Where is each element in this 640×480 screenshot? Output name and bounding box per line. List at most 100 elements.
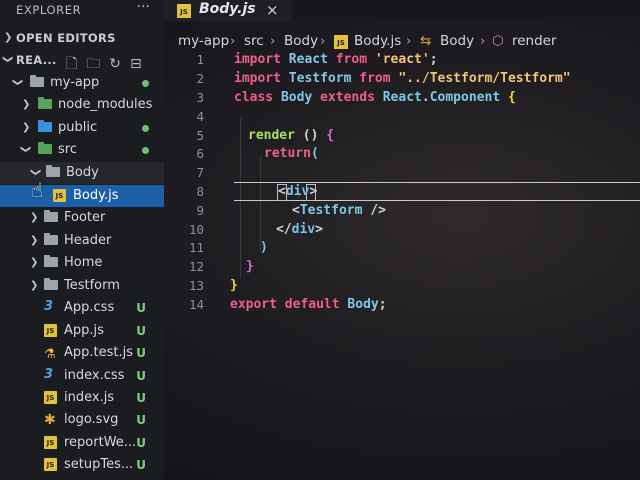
tree-item-label: App.test.js xyxy=(64,345,134,360)
folder-src-icon xyxy=(38,142,52,154)
tree-item-node-modules[interactable]: ❯ node_modules xyxy=(0,94,164,116)
folder-open-icon xyxy=(46,165,60,177)
folder-icon xyxy=(44,255,58,267)
tree-item-footer[interactable]: ❯ Footer xyxy=(0,207,164,229)
tab-body-js[interactable]: JS Body.js × xyxy=(164,0,292,22)
modified-dot-icon xyxy=(142,147,149,154)
js-file-icon: JS xyxy=(53,189,66,202)
chevron-right-icon: ❯ xyxy=(22,99,31,110)
breadcrumb-item[interactable]: my-app xyxy=(178,33,229,49)
untracked-badge: U xyxy=(136,413,146,427)
open-editors-section[interactable]: ❯ OPEN EDITORS xyxy=(0,27,164,49)
chevron-right-icon: ❯ xyxy=(4,32,13,43)
tree-item-index-css[interactable]: 3 index.css U xyxy=(0,365,164,387)
code-line-1: import React from 'react'; xyxy=(234,52,438,67)
code-line-10: </div> xyxy=(276,222,323,237)
code-line-6: return( xyxy=(264,146,319,161)
code-line-12: } xyxy=(246,259,254,274)
tree-item-src[interactable]: ❯ src xyxy=(0,139,164,161)
line-number: 12 xyxy=(188,259,204,274)
tree-item-label: Home xyxy=(64,255,103,270)
collapse-all-icon[interactable]: ⊟ xyxy=(130,56,151,72)
tree-item-public[interactable]: ❯ public xyxy=(0,117,164,139)
line-number: 7 xyxy=(196,165,204,180)
line-number: 8 xyxy=(196,184,204,199)
tree-item-index-js[interactable]: JS index.js U xyxy=(0,387,164,409)
breadcrumb-separator-icon: › xyxy=(406,33,412,49)
chevron-right-icon: ❯ xyxy=(30,235,39,246)
tree-item-label: Header xyxy=(64,233,112,248)
close-icon[interactable]: × xyxy=(266,1,279,19)
editor-area: JS Body.js × my-app › src › Body › JS Bo… xyxy=(164,0,640,480)
tree-item-app-js[interactable]: JS App.js U xyxy=(0,320,164,342)
tree-item-setup-tests[interactable]: JS setupTes... U xyxy=(0,454,164,476)
folder-public-icon xyxy=(38,120,52,132)
tree-item-logo-svg[interactable]: ✱ logo.svg U xyxy=(0,409,164,431)
tree-item-label: Footer xyxy=(64,210,106,225)
folder-open-icon xyxy=(30,75,44,87)
css-file-icon: 3 xyxy=(44,367,54,382)
untracked-badge: U xyxy=(136,346,146,360)
breadcrumb-separator-icon: › xyxy=(230,33,236,49)
tree-item-app-test-js[interactable]: ⚗ App.test.js U xyxy=(0,342,164,364)
folder-node-icon xyxy=(38,97,52,109)
breadcrumb-item[interactable]: render xyxy=(512,33,557,49)
class-symbol-icon: ⇆ xyxy=(420,33,432,49)
code-line-9: <Testform /> xyxy=(292,203,386,218)
tree-item-report-web-vitals[interactable]: JS reportWe... U xyxy=(0,432,164,454)
refresh-icon[interactable]: ↻ xyxy=(109,56,130,72)
tree-item-label: Testform xyxy=(64,278,120,293)
untracked-badge: U xyxy=(136,391,146,405)
folder-icon xyxy=(44,233,58,245)
line-number: 6 xyxy=(196,146,204,161)
untracked-badge: U xyxy=(136,369,146,383)
tree-item-label: public xyxy=(58,120,98,135)
tree-item-header[interactable]: ❯ Header xyxy=(0,230,164,252)
tree-item-label: index.js xyxy=(64,390,115,405)
line-number: 9 xyxy=(196,203,204,218)
js-file-icon: JS xyxy=(44,458,57,471)
breadcrumb-item[interactable]: src xyxy=(244,33,264,49)
more-actions-button[interactable]: ··· xyxy=(137,0,150,15)
new-folder-icon[interactable]: 🗀 xyxy=(86,56,109,72)
js-file-icon: JS xyxy=(44,324,57,337)
code-line-5: render () { xyxy=(248,128,335,143)
breadcrumb-separator-icon: › xyxy=(270,33,276,49)
breadcrumb-separator-icon: › xyxy=(320,33,326,49)
new-file-icon[interactable]: 🗋 xyxy=(66,56,86,72)
tree-item-testform[interactable]: ❯ Testform xyxy=(0,275,164,297)
open-editors-label: OPEN EDITORS xyxy=(16,31,116,45)
untracked-badge: U xyxy=(136,436,146,450)
chevron-down-icon: ❯ xyxy=(30,168,41,177)
tree-item-label: src xyxy=(58,142,77,157)
chevron-right-icon: ❯ xyxy=(30,212,39,223)
explorer-title: EXPLORER xyxy=(16,3,82,17)
breadcrumb-item[interactable]: Body.js xyxy=(354,33,401,49)
tree-item-body-folder[interactable]: ❯ Body xyxy=(0,162,164,184)
code-line-14: export default Body; xyxy=(230,297,387,312)
tree-item-app-css[interactable]: 3 App.css U xyxy=(0,297,164,319)
line-number: 4 xyxy=(196,109,204,124)
tree-item-label: reportWe... xyxy=(64,435,137,450)
breadcrumb-item[interactable]: Body xyxy=(440,33,474,49)
tab-label: Body.js xyxy=(199,1,256,17)
line-number: 1 xyxy=(196,52,204,67)
vscode-window: EXPLORER ··· ❯ OPEN EDITORS ❯ REA... 🗋🗀↻… xyxy=(0,0,640,480)
breadcrumb-separator-icon: › xyxy=(480,33,486,49)
tree-item-home[interactable]: ❯ Home xyxy=(0,252,164,274)
line-number: 5 xyxy=(196,128,204,143)
explorer-sidebar: EXPLORER ··· ❯ OPEN EDITORS ❯ REA... 🗋🗀↻… xyxy=(0,0,164,480)
js-file-icon: JS xyxy=(177,4,191,18)
tree-item-label: Body xyxy=(66,165,99,180)
tree-item-my-app[interactable]: ❯ my-app xyxy=(0,72,164,94)
indent-guide xyxy=(260,156,261,252)
code-line-8: <div> xyxy=(278,184,318,199)
line-number: 3 xyxy=(196,90,204,105)
modified-dot-icon xyxy=(142,125,149,132)
tree-item-body-js[interactable]: JS Body.js xyxy=(0,185,164,207)
test-flask-icon: ⚗ xyxy=(44,347,56,362)
line-number: 2 xyxy=(196,71,204,86)
breadcrumb-item[interactable]: Body xyxy=(284,33,318,49)
chevron-right-icon: ❯ xyxy=(30,257,39,268)
mouse-pointer-icon: ☝ xyxy=(31,178,44,202)
